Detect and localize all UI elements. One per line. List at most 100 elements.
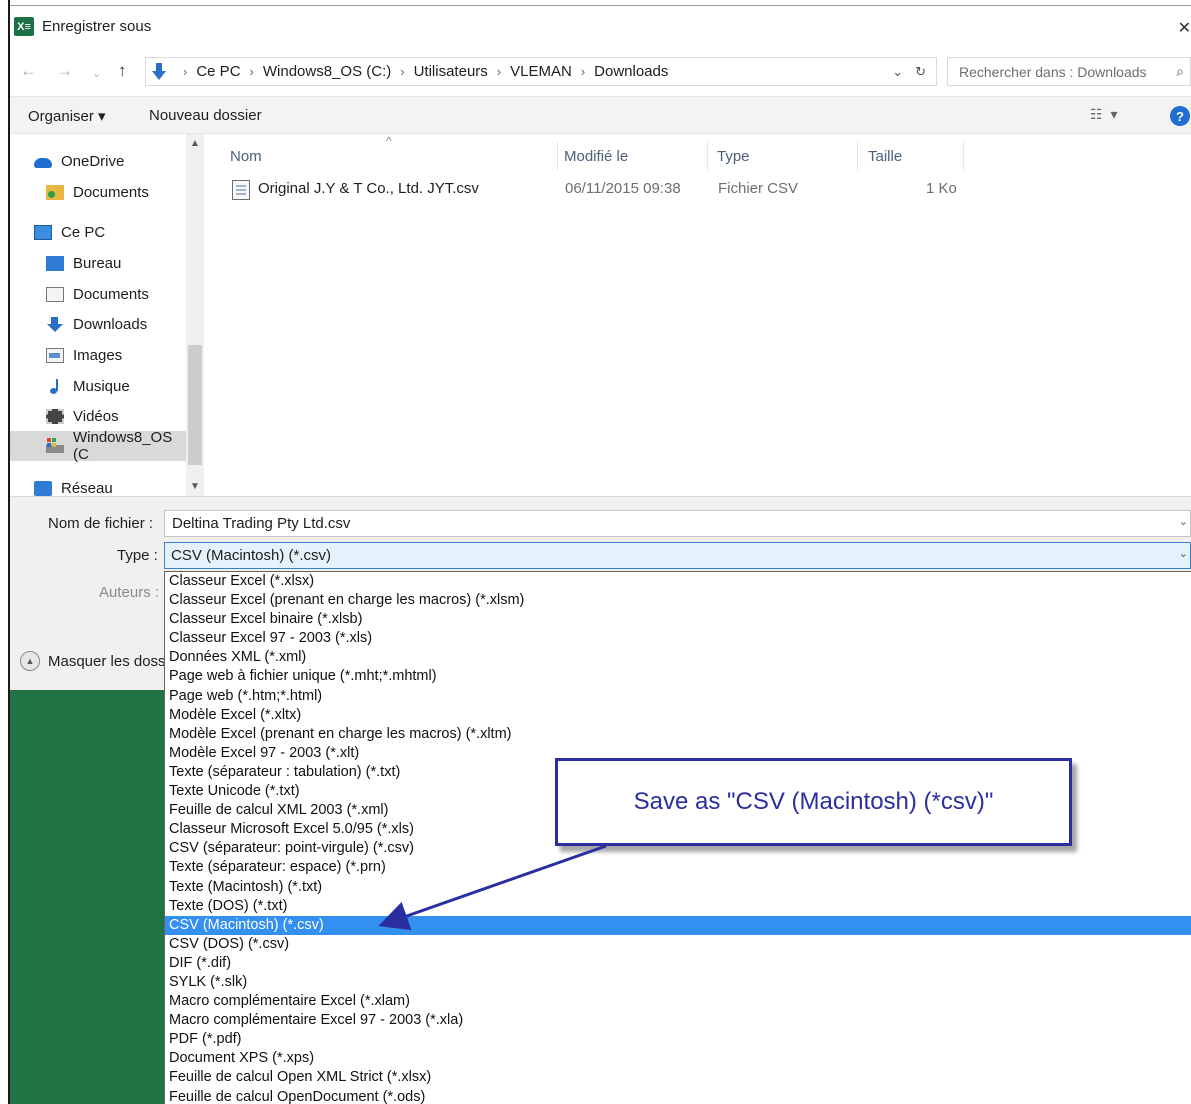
- window-frame-left: [0, 0, 10, 1104]
- nav-item-label: Windows8_OS (C: [73, 429, 173, 463]
- nav-item-windows-drive[interactable]: Windows8_OS (C: [10, 429, 186, 463]
- breadcrumb[interactable]: › Ce PC › Windows8_OS (C:) › Utilisateur…: [145, 57, 937, 86]
- file-list: ^ Nom Modifié le Type Taille Original J.…: [206, 134, 1191, 496]
- chevron-down-icon[interactable]: ⌄: [1179, 547, 1188, 560]
- type-option[interactable]: Page web à fichier unique (*.mht;*.mhtml…: [165, 667, 1191, 686]
- address-tools: ⌄ ↻: [892, 64, 926, 80]
- address-bar: ← → ⌄ ↑ › Ce PC › Windows8_OS (C:) › Uti…: [10, 52, 1191, 92]
- command-bar: Organiser ▾ Nouveau dossier ☷ ▾ ?: [10, 96, 1191, 134]
- nav-item-onedrive[interactable]: OneDrive: [34, 146, 208, 176]
- back-arrow-icon[interactable]: ←: [20, 61, 37, 81]
- type-option[interactable]: Page web (*.htm;*.html): [165, 687, 1191, 706]
- column-header-modified[interactable]: Modifié le: [560, 142, 708, 170]
- file-type: Fichier CSV: [718, 180, 799, 197]
- chevron-up-icon: ▲: [20, 651, 40, 671]
- type-option[interactable]: Classeur Excel binaire (*.xlsb): [165, 610, 1191, 629]
- breadcrumb-separator: ›: [580, 64, 586, 79]
- nav-item-label: Vidéos: [73, 407, 119, 425]
- breadcrumb-item[interactable]: Ce PC: [196, 63, 240, 80]
- forward-arrow-icon[interactable]: →: [56, 61, 73, 81]
- type-option[interactable]: Feuille de calcul Open XML Strict (*.xls…: [165, 1068, 1191, 1087]
- type-option[interactable]: CSV (DOS) (*.csv): [165, 935, 1191, 954]
- music-icon: [46, 378, 64, 394]
- type-option[interactable]: Classeur Excel (*.xlsx): [165, 572, 1191, 591]
- type-option[interactable]: SYLK (*.slk): [165, 973, 1191, 992]
- annotation-callout: Save as "CSV (Macintosh) (*csv)": [555, 758, 1072, 846]
- help-icon[interactable]: ?: [1170, 106, 1190, 126]
- nav-item-this-pc[interactable]: Ce PC: [34, 217, 208, 247]
- network-icon: [34, 480, 52, 496]
- nav-item-label: Images: [73, 346, 123, 364]
- up-arrow-icon[interactable]: ↑: [118, 61, 127, 81]
- type-select[interactable]: CSV (Macintosh) (*.csv) ⌄: [164, 542, 1191, 569]
- recent-locations-chevron-icon[interactable]: ⌄: [92, 67, 101, 80]
- type-option[interactable]: Modèle Excel (prenant en charge les macr…: [165, 725, 1191, 744]
- hide-folders-label: Masquer les dossi: [48, 652, 169, 670]
- breadcrumb-separator: ›: [496, 64, 502, 79]
- view-options-icon[interactable]: ☷ ▾: [1090, 106, 1119, 123]
- type-label: Type :: [117, 547, 158, 564]
- type-option[interactable]: Feuille de calcul OpenDocument (*.ods): [165, 1088, 1191, 1104]
- history-chevron-icon[interactable]: ⌄: [892, 64, 903, 80]
- column-header-size[interactable]: Taille: [864, 142, 964, 170]
- nav-item-label: Ce PC: [61, 223, 106, 241]
- search-input[interactable]: Rechercher dans : Downloads ⌕: [947, 57, 1191, 86]
- cloud-icon: [34, 157, 52, 168]
- type-option[interactable]: Texte (séparateur: espace) (*.prn): [165, 858, 1191, 877]
- type-option[interactable]: Modèle Excel (*.xltx): [165, 706, 1191, 725]
- type-option[interactable]: Données XML (*.xml): [165, 648, 1191, 667]
- downloads-location-icon: [152, 62, 166, 81]
- hide-folders-button[interactable]: ▲ Masquer les dossi: [20, 651, 169, 671]
- download-icon: [46, 316, 64, 332]
- window-title: Enregistrer sous: [42, 18, 152, 35]
- documents-icon: [46, 286, 64, 302]
- type-option[interactable]: Classeur Excel (prenant en charge les ma…: [165, 591, 1191, 610]
- excel-background: [10, 690, 164, 1104]
- video-icon: [46, 408, 64, 424]
- navigation-pane: OneDrive Documents Ce PC Bureau Document…: [10, 134, 204, 497]
- navigation-scrollbar[interactable]: ▲ ▼: [186, 134, 204, 496]
- type-option[interactable]: Texte (DOS) (*.txt): [165, 897, 1191, 916]
- type-option[interactable]: Classeur Excel 97 - 2003 (*.xls): [165, 629, 1191, 648]
- scroll-up-icon[interactable]: ▲: [190, 138, 200, 149]
- filename-field[interactable]: Deltina Trading Pty Ltd.csv ⌄: [164, 510, 1191, 537]
- drive-icon: [46, 438, 64, 453]
- type-option-selected[interactable]: CSV (Macintosh) (*.csv): [165, 915, 1191, 935]
- folder-icon: [46, 184, 64, 200]
- breadcrumb-item[interactable]: Downloads: [594, 63, 668, 80]
- type-option[interactable]: Macro complémentaire Excel 97 - 2003 (*.…: [165, 1011, 1191, 1030]
- search-icon[interactable]: ⌕: [1176, 63, 1184, 80]
- file-size: 1 Ko: [926, 180, 957, 197]
- nav-item-label: Documents: [73, 183, 149, 201]
- nav-item-label: Musique: [73, 377, 130, 395]
- authors-label: Auteurs :: [99, 584, 160, 601]
- nav-item-label: OneDrive: [61, 152, 125, 170]
- desktop-icon: [46, 255, 64, 271]
- excel-app-icon: X≡: [14, 17, 34, 36]
- type-option[interactable]: PDF (*.pdf): [165, 1030, 1191, 1049]
- type-option[interactable]: Macro complémentaire Excel (*.xlam): [165, 992, 1191, 1011]
- type-option[interactable]: Texte (Macintosh) (*.txt): [165, 878, 1191, 897]
- new-folder-button[interactable]: Nouveau dossier: [149, 107, 262, 124]
- refresh-icon[interactable]: ↻: [915, 64, 926, 80]
- scroll-down-icon[interactable]: ▼: [190, 481, 200, 492]
- breadcrumb-item[interactable]: VLEMAN: [510, 63, 572, 80]
- column-header-type[interactable]: Type: [713, 142, 858, 170]
- filename-value: Deltina Trading Pty Ltd.csv: [172, 515, 351, 532]
- search-placeholder: Rechercher dans : Downloads: [959, 63, 1147, 80]
- breadcrumb-separator: ›: [249, 64, 254, 79]
- type-option[interactable]: Document XPS (*.xps): [165, 1049, 1191, 1068]
- column-header-name[interactable]: Nom: [226, 142, 558, 170]
- nav-item-label: Bureau: [73, 254, 122, 272]
- organise-button[interactable]: Organiser ▾: [28, 107, 106, 125]
- scrollbar-thumb[interactable]: [188, 345, 202, 465]
- breadcrumb-item[interactable]: Windows8_OS (C:): [263, 63, 391, 80]
- filename-label: Nom de fichier :: [48, 515, 154, 532]
- nav-item-label: Downloads: [73, 315, 148, 333]
- type-option[interactable]: DIF (*.dif): [165, 954, 1191, 973]
- computer-icon: [34, 224, 52, 240]
- close-icon[interactable]: ✕: [1178, 18, 1191, 38]
- images-icon: [46, 347, 64, 363]
- breadcrumb-item[interactable]: Utilisateurs: [414, 63, 488, 80]
- chevron-down-icon[interactable]: ⌄: [1179, 515, 1188, 528]
